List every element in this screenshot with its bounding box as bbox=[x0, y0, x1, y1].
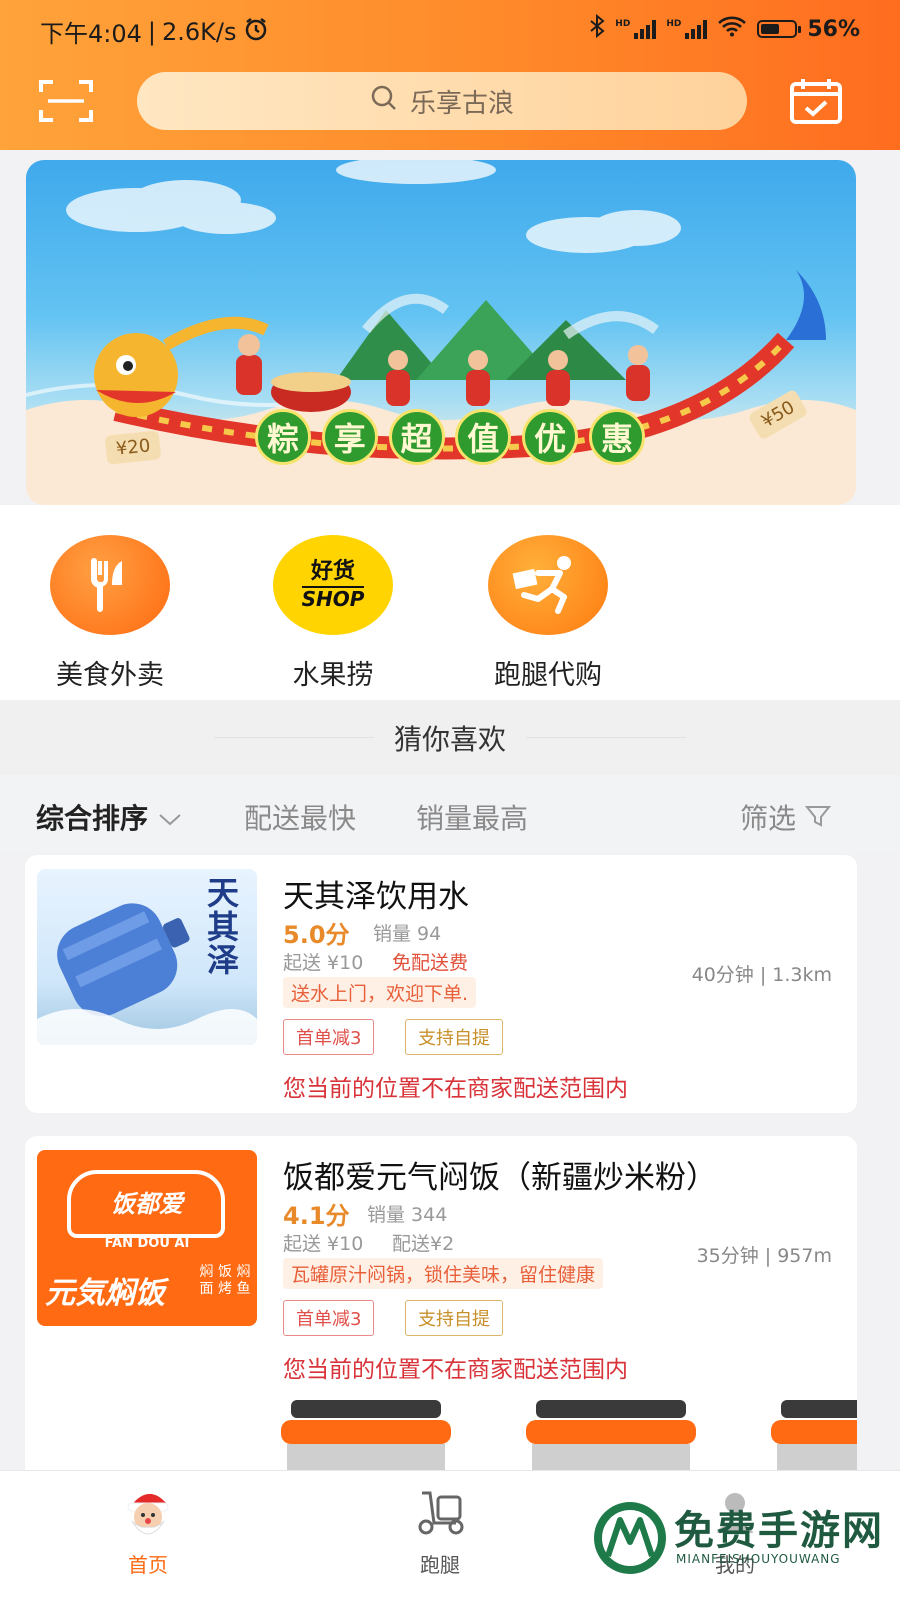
scan-icon[interactable] bbox=[38, 78, 94, 124]
thumb-brand-text: 天其泽 bbox=[206, 874, 239, 980]
fork-knife-icon bbox=[50, 535, 170, 635]
entry-label: 水果捞 bbox=[292, 660, 374, 691]
store-min-order: 起送 ¥10 bbox=[283, 1233, 364, 1255]
entry-label: 跑腿代购 bbox=[494, 660, 602, 691]
nav-errand[interactable]: 跑腿 bbox=[380, 1481, 500, 1578]
store-distance: 40分钟 | 1.3km bbox=[691, 964, 832, 986]
store-sales: 销量 94 bbox=[373, 923, 442, 945]
watermark-sub: MIANFEISHOUYOUWANG bbox=[676, 1552, 841, 1566]
sort-bar: 综合排序 配送最快 销量最高 筛选 bbox=[0, 775, 900, 853]
search-input[interactable]: 乐享古浪 bbox=[137, 72, 747, 130]
banner-char: 优 bbox=[522, 409, 579, 465]
store-thumbnail: 天其泽 bbox=[37, 869, 257, 1045]
store-rating: 4.1分 bbox=[283, 1202, 350, 1230]
store-sales: 销量 344 bbox=[367, 1204, 448, 1226]
product-strip[interactable] bbox=[261, 1394, 857, 1470]
divider bbox=[213, 737, 374, 738]
divider bbox=[526, 737, 686, 738]
filter-label: 筛选 bbox=[740, 802, 797, 835]
calendar-check-icon[interactable] bbox=[788, 76, 844, 126]
banner-char: 值 bbox=[455, 409, 512, 465]
banner-char: 超 bbox=[388, 409, 445, 465]
section-title: 猜你喜欢 bbox=[393, 722, 506, 756]
store-name: 天其泽饮用水 bbox=[283, 879, 469, 915]
pickup-tag: 支持自提 bbox=[405, 1300, 503, 1336]
store-distance: 35分钟 | 957m bbox=[696, 1245, 832, 1267]
coin-badge-left: ¥20 bbox=[104, 430, 162, 465]
out-of-range-warning: 您当前的位置不在商家配送范围内 bbox=[283, 1076, 628, 1102]
store-name: 饭都爱元气闷饭（新疆炒米粉） bbox=[283, 1160, 717, 1196]
out-of-range-warning: 您当前的位置不在商家配送范围内 bbox=[283, 1357, 628, 1383]
product-thumb bbox=[261, 1394, 857, 1470]
santa-home-icon bbox=[88, 1481, 208, 1545]
promo-tag: 首单减3 bbox=[283, 1019, 375, 1055]
nav-label: 首页 bbox=[128, 1553, 168, 1577]
site-watermark: 免费手游网 MIANFEISHOUYOUWANG bbox=[590, 1490, 890, 1590]
banner-char: 粽 bbox=[255, 409, 311, 465]
shop-badge-top: 好货 bbox=[301, 559, 365, 589]
nav-label: 跑腿 bbox=[420, 1553, 460, 1577]
search-placeholder: 乐享古浪 bbox=[409, 88, 514, 119]
banner-char: 惠 bbox=[588, 409, 645, 465]
watermark-title: 免费手游网 bbox=[674, 1508, 884, 1554]
signal-2-icon: HD bbox=[666, 19, 708, 39]
battery-icon bbox=[757, 20, 802, 38]
sort-top-sales[interactable]: 销量最高 bbox=[416, 797, 528, 837]
search-icon bbox=[370, 84, 398, 119]
entry-fruit-salad[interactable]: 好货 SHOP 水果捞 bbox=[248, 535, 418, 692]
bluetooth-icon bbox=[589, 13, 605, 44]
sort-label: 综合排序 bbox=[36, 802, 149, 835]
entry-errand[interactable]: 跑腿代购 bbox=[463, 535, 633, 692]
section-header: 猜你喜欢 bbox=[0, 700, 900, 775]
thumb-sub: FAN DOU AI bbox=[104, 1236, 190, 1251]
banner-headline: 粽 享 超 值 优 惠 bbox=[255, 409, 645, 465]
quick-entry-row: 美食外卖 好货 SHOP 水果捞 跑腿代购 bbox=[0, 505, 900, 700]
scooter-icon bbox=[380, 1481, 500, 1545]
thumb-side: 焖 饭 焖 面 烤 鱼 bbox=[199, 1264, 251, 1297]
store-card[interactable]: 天其泽 天其泽饮用水 5.0分 销量 94 起送 ¥10 免配送费 送水上门，欢… bbox=[25, 855, 857, 1113]
signal-1-icon: HD bbox=[615, 19, 657, 39]
thumb-logo: 饭都爱 bbox=[111, 1190, 183, 1218]
entry-label: 美食外卖 bbox=[56, 660, 164, 691]
top-header: 下午4:04 | 2.6K/s HD HD 56% 乐享古浪 bbox=[0, 0, 900, 150]
entry-food-delivery[interactable]: 美食外卖 bbox=[25, 535, 195, 692]
store-notice: 瓦罐原汁闷锅，锁住美味，留住健康 bbox=[283, 1258, 604, 1289]
battery-percent: 56% bbox=[807, 16, 860, 42]
store-min-order: 起送 ¥10 bbox=[283, 952, 364, 974]
status-bar: 下午4:04 | 2.6K/s HD HD 56% bbox=[40, 13, 860, 50]
runner-icon bbox=[488, 535, 608, 635]
wifi-icon bbox=[717, 15, 747, 43]
status-time: 下午4:04 bbox=[40, 20, 142, 48]
nav-home[interactable]: 首页 bbox=[88, 1481, 208, 1578]
chevron-down-icon bbox=[158, 802, 182, 835]
banner-char: 享 bbox=[321, 409, 378, 465]
status-speed: 2.6K/s bbox=[162, 17, 237, 46]
store-notice: 送水上门，欢迎下单. bbox=[283, 977, 477, 1008]
shop-badge-icon: 好货 SHOP bbox=[273, 535, 393, 635]
filter-button[interactable]: 筛选 bbox=[740, 797, 832, 837]
sort-comprehensive[interactable]: 综合排序 bbox=[36, 797, 182, 837]
pickup-tag: 支持自提 bbox=[405, 1019, 503, 1055]
alarm-icon bbox=[243, 16, 269, 48]
store-rating: 5.0分 bbox=[283, 921, 350, 949]
store-thumbnail: 饭都爱 FAN DOU AI 元気焖饭 焖 饭 焖 面 烤 鱼 bbox=[37, 1150, 257, 1326]
shop-badge-bottom: SHOP bbox=[301, 587, 365, 612]
promo-tag: 首单减3 bbox=[283, 1300, 375, 1336]
store-card[interactable]: 饭都爱 FAN DOU AI 元気焖饭 焖 饭 焖 面 烤 鱼 饭都爱元气闷饭（… bbox=[25, 1136, 857, 1470]
store-delivery-fee: 配送¥2 bbox=[392, 1233, 455, 1255]
sort-fastest[interactable]: 配送最快 bbox=[244, 797, 356, 837]
status-divider: | bbox=[147, 17, 156, 46]
thumb-bottom: 元気焖饭 bbox=[45, 1276, 165, 1311]
filter-icon bbox=[804, 802, 832, 835]
store-delivery-fee: 免配送费 bbox=[392, 952, 469, 974]
